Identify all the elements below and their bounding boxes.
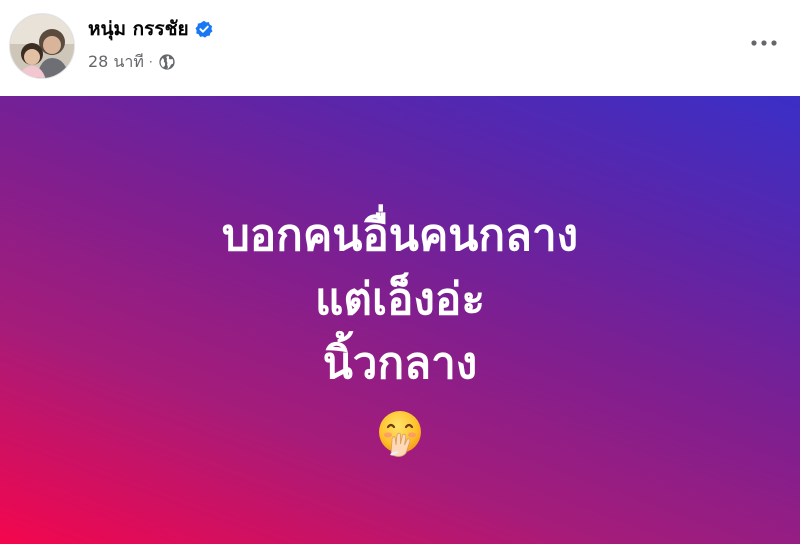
verified-badge-icon: [195, 20, 213, 38]
author-name[interactable]: หนุ่ม กรรชัย: [88, 16, 189, 42]
more-options-button[interactable]: [744, 26, 784, 60]
author-row: หนุ่ม กรรชัย: [88, 16, 213, 42]
post-timestamp[interactable]: 28 นาที: [88, 50, 144, 74]
status-text-line-1: บอกคนอื่นคนกลาง: [221, 210, 579, 261]
face-with-hand-over-mouth-icon: [379, 411, 421, 457]
post-header: หนุ่ม กรรชัย 28 นาที ·: [0, 0, 800, 96]
status-text-line-3: นิ้วกลาง: [322, 338, 478, 389]
avatar[interactable]: [9, 13, 75, 79]
meta-separator: ·: [148, 55, 153, 69]
post-meta: 28 นาที ·: [88, 50, 176, 74]
avatar-image: [10, 14, 74, 78]
globe-icon[interactable]: [158, 53, 176, 71]
more-options-icon: [751, 40, 777, 46]
status-text-line-2: แต่เอ็งอ่ะ: [315, 274, 485, 325]
emoji-face-with-hand-over-mouth: [375, 408, 425, 458]
status-post-background: บอกคนอื่นคนกลาง แต่เอ็งอ่ะ นิ้วกลาง: [0, 96, 800, 544]
